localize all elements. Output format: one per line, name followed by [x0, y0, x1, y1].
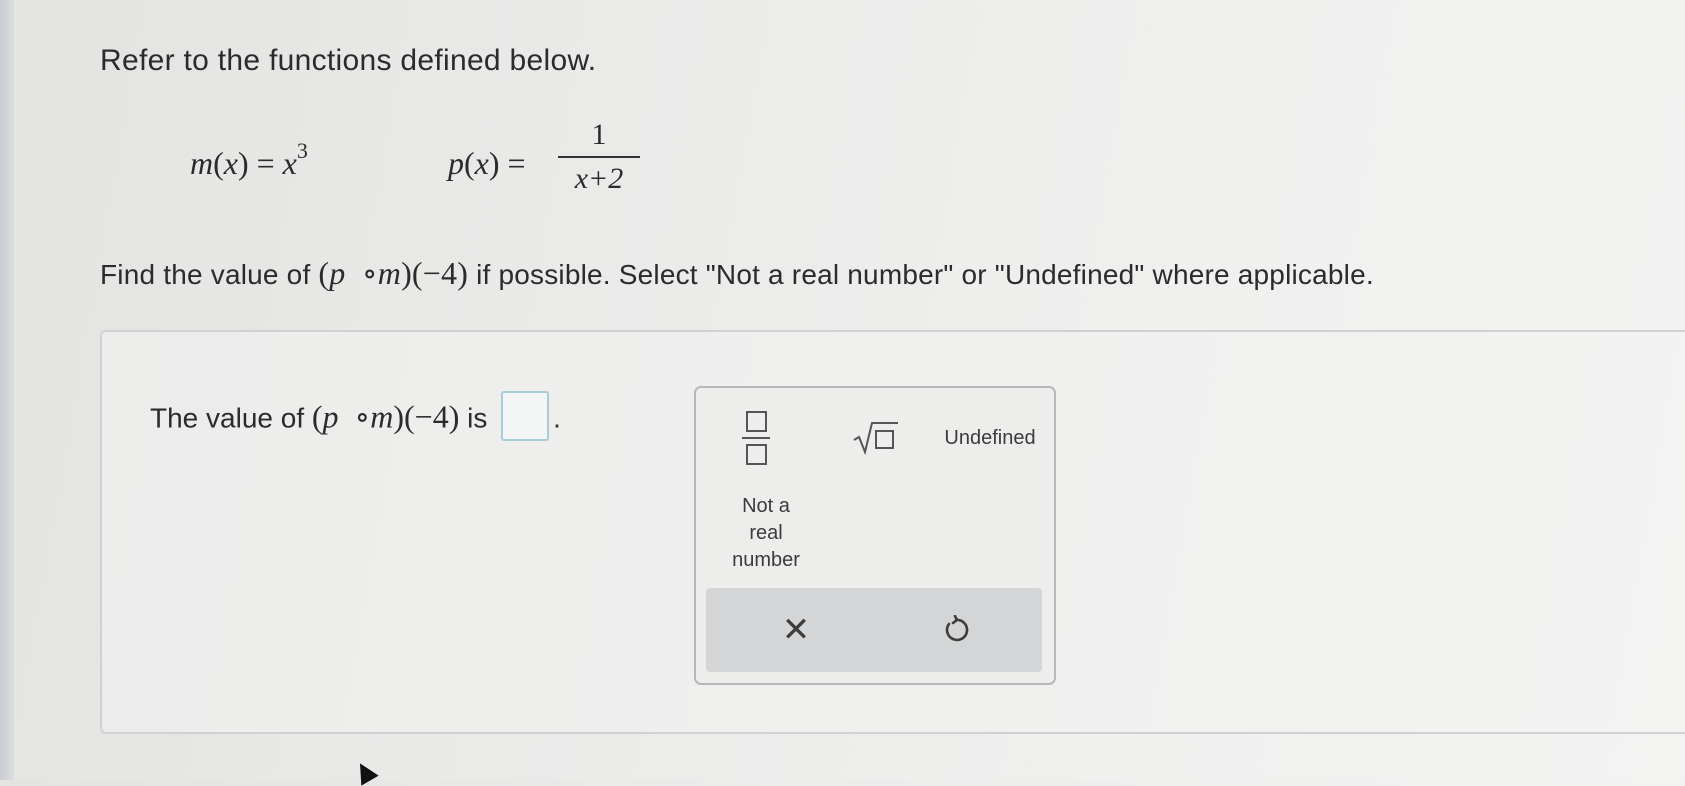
function-m-definition: m(x) = x3	[190, 138, 308, 181]
square-root-icon	[853, 422, 898, 456]
answer-composition-expression: (p ∘m)(−4)	[311, 398, 460, 435]
m-exponent: 3	[296, 138, 308, 163]
undo-icon	[945, 615, 969, 642]
m-base: x	[282, 145, 297, 181]
denominator-box-icon	[745, 444, 767, 465]
function-p-definition: p(x) =	[448, 145, 526, 181]
p-fraction: 1 x+2	[558, 118, 640, 196]
mouse-pointer-icon	[351, 758, 379, 786]
answer-argument: −4	[414, 398, 449, 435]
m-var: x	[223, 145, 238, 181]
question-instruction: Find the value of (p ∘m)(−4) if possible…	[100, 254, 1374, 292]
instruction-suffix: if possible. Select "Not a real number" …	[476, 259, 1374, 290]
undefined-button[interactable]: Undefined	[934, 408, 1046, 468]
answer-inner-function: m	[370, 398, 394, 435]
answer-compose-operator: ∘	[354, 398, 371, 435]
fraction-button[interactable]	[726, 408, 786, 468]
outer-function: p	[329, 255, 346, 291]
inner-function: m	[377, 255, 402, 291]
p-name: p	[448, 145, 464, 181]
composition-argument: −4	[422, 255, 458, 291]
answer-line: The value of (p ∘m)(−4) is .	[150, 391, 561, 445]
undo-button[interactable]	[926, 600, 986, 660]
answer-is-label: is	[467, 402, 488, 434]
square-root-button[interactable]	[844, 408, 908, 468]
numerator-box-icon	[745, 411, 767, 432]
answer-prefix: The value of	[150, 402, 305, 434]
compose-operator: ∘	[361, 255, 378, 291]
p-numerator: 1	[591, 118, 607, 151]
close-icon: ✕	[781, 611, 811, 649]
p-denominator: x+2	[574, 162, 624, 195]
math-keypad: Undefined Not a real number ✕	[694, 386, 1056, 685]
answer-input[interactable]	[501, 391, 550, 441]
question-intro: Refer to the functions defined below.	[100, 44, 597, 77]
answer-period: .	[553, 402, 561, 434]
p-var: x	[474, 145, 489, 181]
m-name: m	[190, 145, 214, 181]
not-a-real-number-button[interactable]: Not a real number	[716, 488, 816, 578]
fraction-bar	[558, 156, 640, 158]
instruction-prefix: Find the value of	[100, 259, 311, 290]
clear-button[interactable]: ✕	[766, 600, 826, 660]
answer-outer-function: p	[322, 398, 339, 435]
window-edge	[0, 0, 14, 780]
fraction-bar-icon	[742, 437, 770, 439]
composition-expression: (p ∘m)(−4)	[318, 255, 469, 291]
keypad-action-bar: ✕	[706, 588, 1042, 672]
